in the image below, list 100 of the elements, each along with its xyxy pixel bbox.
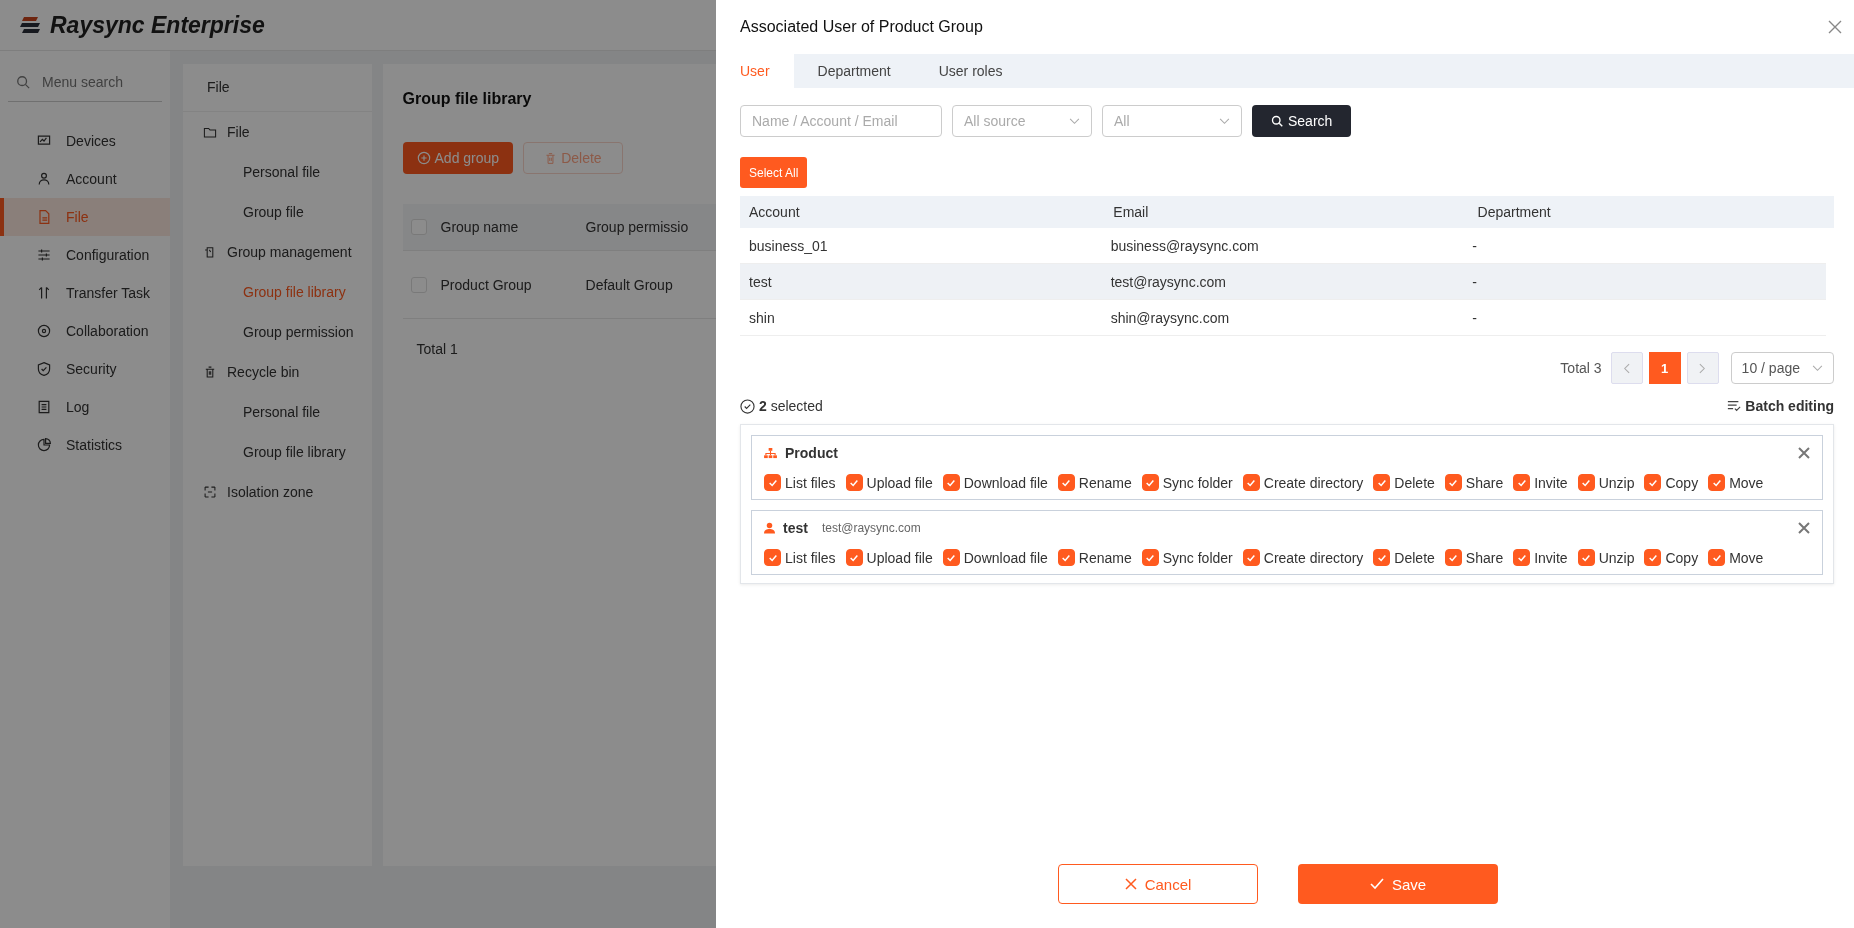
search-icon (16, 75, 30, 89)
check-icon (946, 477, 957, 488)
permission-checkbox[interactable]: Download file (942, 549, 1048, 566)
permission-checkbox[interactable]: List files (764, 549, 836, 566)
permission-checkbox[interactable]: Invite (1513, 474, 1568, 491)
check-icon (1581, 552, 1592, 563)
permission-checkbox[interactable]: Sync folder (1141, 549, 1233, 566)
permission-checkbox[interactable]: Sync folder (1141, 474, 1233, 491)
check-icon (1516, 477, 1527, 488)
table-row[interactable]: shin shin@raysync.com - (740, 300, 1826, 336)
permission-checkbox[interactable]: Invite (1513, 549, 1568, 566)
check-icon (849, 552, 860, 563)
menu-icon (36, 285, 52, 301)
org-chart-icon (764, 447, 777, 459)
permission-checkbox[interactable]: Upload file (845, 549, 933, 566)
previous-page-button[interactable] (1610, 352, 1643, 384)
check-icon (1647, 477, 1658, 488)
submenu-group[interactable]: File (227, 124, 250, 140)
permission-checkbox[interactable]: Share (1444, 474, 1504, 491)
sidebar-item[interactable]: Security (0, 350, 170, 388)
sidebar-item[interactable]: Log (0, 388, 170, 426)
permission-checkbox[interactable]: Move (1708, 474, 1764, 491)
permission-checkbox[interactable]: Copy (1644, 474, 1699, 491)
submenu-item[interactable]: Group file library (183, 432, 372, 472)
permission-checkbox[interactable]: Share (1444, 549, 1504, 566)
search-field[interactable]: Name / Account / Email (740, 105, 942, 137)
submenu-item[interactable]: Personal file (183, 392, 372, 432)
page-size-dropdown[interactable]: 10 / page (1730, 352, 1834, 384)
plus-circle-icon (416, 151, 431, 165)
chevron-right-icon (1699, 362, 1707, 374)
table-cell-text: test@raysync.com (1109, 273, 1227, 290)
next-page-button[interactable] (1686, 352, 1719, 384)
check-icon (1516, 552, 1527, 563)
check-icon (1145, 477, 1156, 488)
table-cell-text: - (1471, 309, 1478, 326)
permission-checkbox[interactable]: Unzip (1577, 549, 1635, 566)
check-icon (767, 552, 778, 563)
check-circle-icon (740, 398, 755, 414)
remove-icon[interactable] (1798, 522, 1810, 534)
check-icon (849, 477, 860, 488)
permission-checkbox[interactable]: Copy (1644, 549, 1699, 566)
check-icon (1448, 552, 1459, 563)
sidebar-item[interactable]: Statistics (0, 426, 170, 464)
permission-checkbox[interactable]: List files (764, 474, 836, 491)
submenu-title: File (183, 64, 372, 112)
check-icon (1376, 552, 1387, 563)
submenu-group[interactable]: Group management (227, 244, 352, 260)
submenu-group[interactable]: Isolation zone (227, 484, 314, 500)
check-icon (1061, 477, 1072, 488)
submenu-item[interactable]: Group permission (183, 312, 372, 352)
tab[interactable]: Department (793, 54, 915, 88)
tab[interactable]: User roles (914, 54, 1027, 88)
permission-checkbox[interactable]: Rename (1057, 549, 1132, 566)
sidebar-item[interactable]: Devices (0, 122, 170, 160)
remove-icon[interactable] (1798, 447, 1810, 459)
chevron-left-icon (1623, 362, 1631, 374)
table-cell-text: Default Group (585, 276, 674, 293)
permission-checkbox[interactable]: Delete (1373, 474, 1435, 491)
submenu-group[interactable]: Recycle bin (227, 364, 300, 380)
check-icon (1376, 477, 1387, 488)
submenu-item[interactable]: Group file (183, 192, 372, 232)
sidebar-item[interactable]: Transfer Task (0, 274, 170, 312)
menu-icon (36, 247, 52, 263)
permission-checkbox[interactable]: Upload file (845, 474, 933, 491)
table-cell-text: business@raysync.com (1109, 237, 1260, 254)
column-header: Group permissio (585, 219, 690, 235)
check-icon (946, 552, 957, 563)
app-logo: Raysync Enterprise (50, 11, 265, 39)
check-icon (1145, 552, 1156, 563)
sidebar-item[interactable]: Configuration (0, 236, 170, 274)
permission-checkbox[interactable]: Download file (942, 474, 1048, 491)
close-icon[interactable] (1828, 20, 1842, 34)
permission-checkbox[interactable]: Move (1708, 549, 1764, 566)
sidebar-item[interactable]: Account (0, 160, 170, 198)
total-count: Total 3 (1560, 360, 1602, 376)
permission-checkbox[interactable]: Unzip (1577, 474, 1635, 491)
total-count: Total 1 (416, 341, 459, 357)
search-button[interactable]: Search (1252, 105, 1352, 137)
permission-checkbox[interactable]: Create directory (1242, 474, 1364, 491)
submenu-item[interactable]: Personal file (183, 152, 372, 192)
menu-search-field[interactable]: Menu search (40, 73, 154, 91)
menu-icon (36, 171, 52, 187)
table-cell-text: test (748, 273, 773, 290)
check-icon (767, 477, 778, 488)
check-icon (1061, 552, 1072, 563)
table-cell-text: shin (748, 309, 776, 326)
batch-editing-button[interactable]: Batch editing (1727, 398, 1834, 414)
menu-icon (36, 323, 52, 339)
column-header: Group name (440, 219, 520, 235)
column-header: Department (1476, 204, 1552, 220)
check-icon (1369, 878, 1384, 890)
permission-checkbox[interactable]: Create directory (1242, 549, 1364, 566)
table-row[interactable]: test test@raysync.com - (740, 264, 1826, 300)
column-header: Email (1112, 204, 1150, 220)
sidebar-item[interactable]: Collaboration (0, 312, 170, 350)
permission-checkbox[interactable]: Rename (1057, 474, 1132, 491)
permission-checkbox[interactable]: Delete (1373, 549, 1435, 566)
check-icon (1711, 477, 1722, 488)
assignee-email: test@raysync.com (821, 521, 921, 535)
table-cell-text: - (1471, 237, 1478, 254)
